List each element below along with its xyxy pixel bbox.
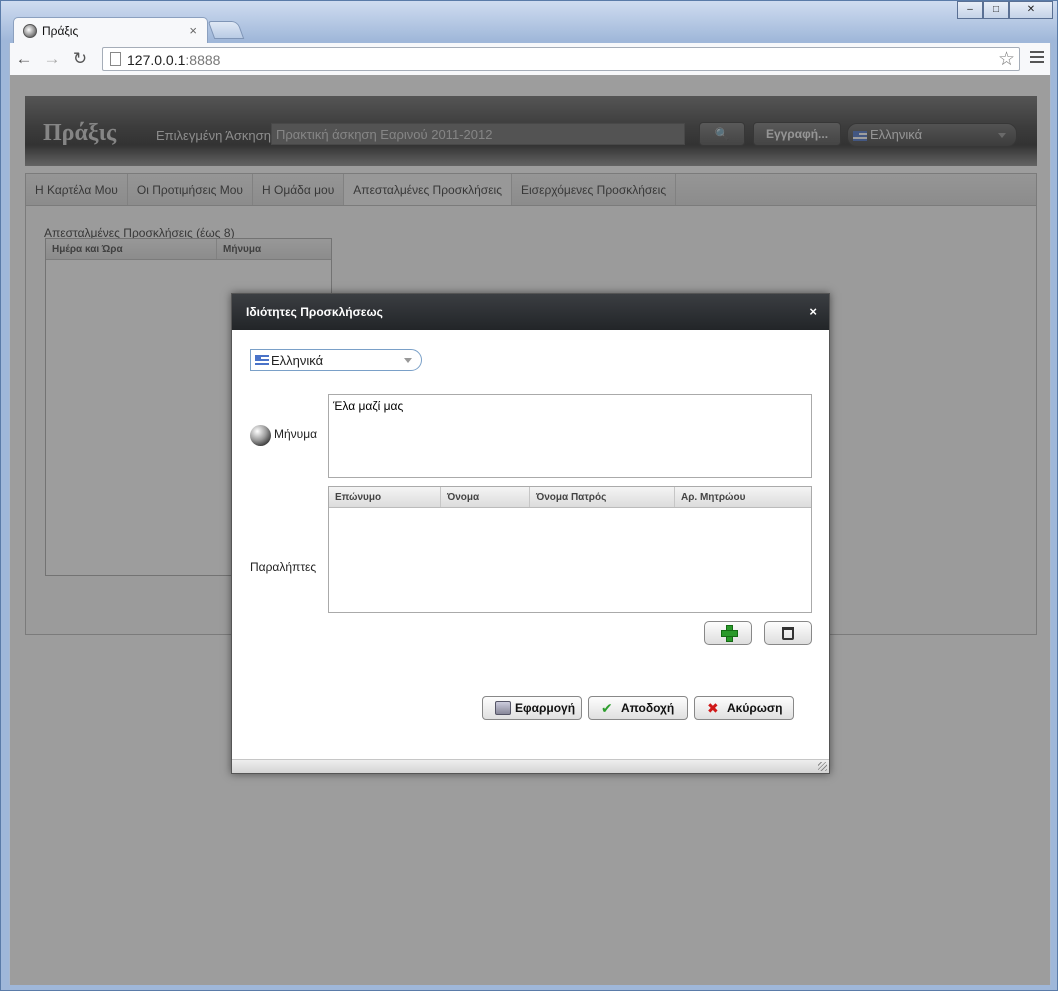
recipients-grid-header: Επώνυμο Όνομα Όνομα Πατρός Αρ. Μητρώου (329, 487, 811, 508)
dialog-header: Ιδιότητες Προσκλήσεως × (232, 294, 829, 330)
close-window-button[interactable]: ✕ (1009, 1, 1053, 19)
dialog-language-select[interactable]: Ελληνικά (250, 349, 422, 371)
column-name[interactable]: Όνομα (441, 487, 530, 507)
dialog-footer (232, 759, 829, 773)
maximize-button[interactable]: □ (983, 1, 1009, 19)
accept-button[interactable]: ✔ Αποδοχή (588, 696, 688, 720)
browser-tab[interactable]: Πράξις × (13, 17, 208, 43)
column-father-name[interactable]: Όνομα Πατρός (530, 487, 675, 507)
trash-icon (782, 627, 794, 640)
message-label: Μήνυμα (274, 427, 318, 441)
message-field[interactable]: Έλα μαζί μας (328, 394, 812, 478)
invitation-properties-dialog: Ιδιότητες Προσκλήσεως × Ελληνικά Μήνυμα … (231, 293, 830, 774)
recipients-grid: Επώνυμο Όνομα Όνομα Πατρός Αρ. Μητρώου (328, 486, 812, 613)
accept-label: Αποδοχή (621, 701, 675, 715)
favicon-icon (23, 24, 37, 38)
browser-window: Πράξις × – □ ✕ ← → ↻ 127.0.0.1:8888 ☆ Πρ… (0, 0, 1058, 991)
bookmark-star-icon[interactable]: ☆ (998, 48, 1015, 71)
check-icon: ✔ (601, 700, 613, 716)
new-tab-button[interactable] (207, 21, 245, 39)
column-registry-number[interactable]: Αρ. Μητρώου (675, 487, 811, 507)
address-bar[interactable]: 127.0.0.1:8888 ☆ (102, 47, 1020, 71)
plus-icon (721, 625, 738, 642)
apply-icon (495, 701, 511, 715)
dialog-language-label: Ελληνικά (271, 353, 324, 368)
greek-flag-icon (255, 355, 269, 365)
tab-title: Πράξις (42, 24, 79, 38)
back-arrow-icon[interactable]: ← (14, 49, 34, 69)
recipients-label: Παραλήπτες (250, 560, 317, 574)
page-viewport: Πράξις Επιλεγμένη Άσκηση Πρακτική άσκηση… (9, 75, 1051, 985)
tab-strip: Πράξις × – □ ✕ (1, 1, 1058, 43)
add-recipient-button[interactable] (704, 621, 752, 645)
cancel-button[interactable]: ✖ Ακύρωση (694, 696, 794, 720)
delete-recipient-button[interactable] (764, 621, 812, 645)
minimize-button[interactable]: – (957, 1, 983, 19)
menu-icon[interactable] (1030, 51, 1044, 65)
apply-label: Εφαρμογή (515, 701, 576, 715)
chevron-down-icon (404, 358, 412, 363)
tab-close-icon[interactable]: × (189, 23, 197, 38)
window-controls: – □ ✕ (957, 1, 1053, 19)
cancel-label: Ακύρωση (727, 701, 783, 715)
page-icon (110, 52, 121, 66)
resize-grip-icon[interactable] (818, 762, 827, 771)
browser-toolbar: ← → ↻ 127.0.0.1:8888 ☆ (9, 43, 1051, 75)
url-text: 127.0.0.1:8888 (127, 52, 221, 68)
globe-icon (250, 425, 271, 446)
forward-arrow-icon[interactable]: → (42, 49, 62, 69)
column-surname[interactable]: Επώνυμο (329, 487, 441, 507)
apply-button[interactable]: Εφαρμογή (482, 696, 582, 720)
x-icon: ✖ (707, 700, 719, 716)
dialog-title: Ιδιότητες Προσκλήσεως (246, 305, 383, 319)
reload-icon[interactable]: ↻ (70, 49, 90, 69)
close-icon[interactable]: × (809, 304, 817, 319)
